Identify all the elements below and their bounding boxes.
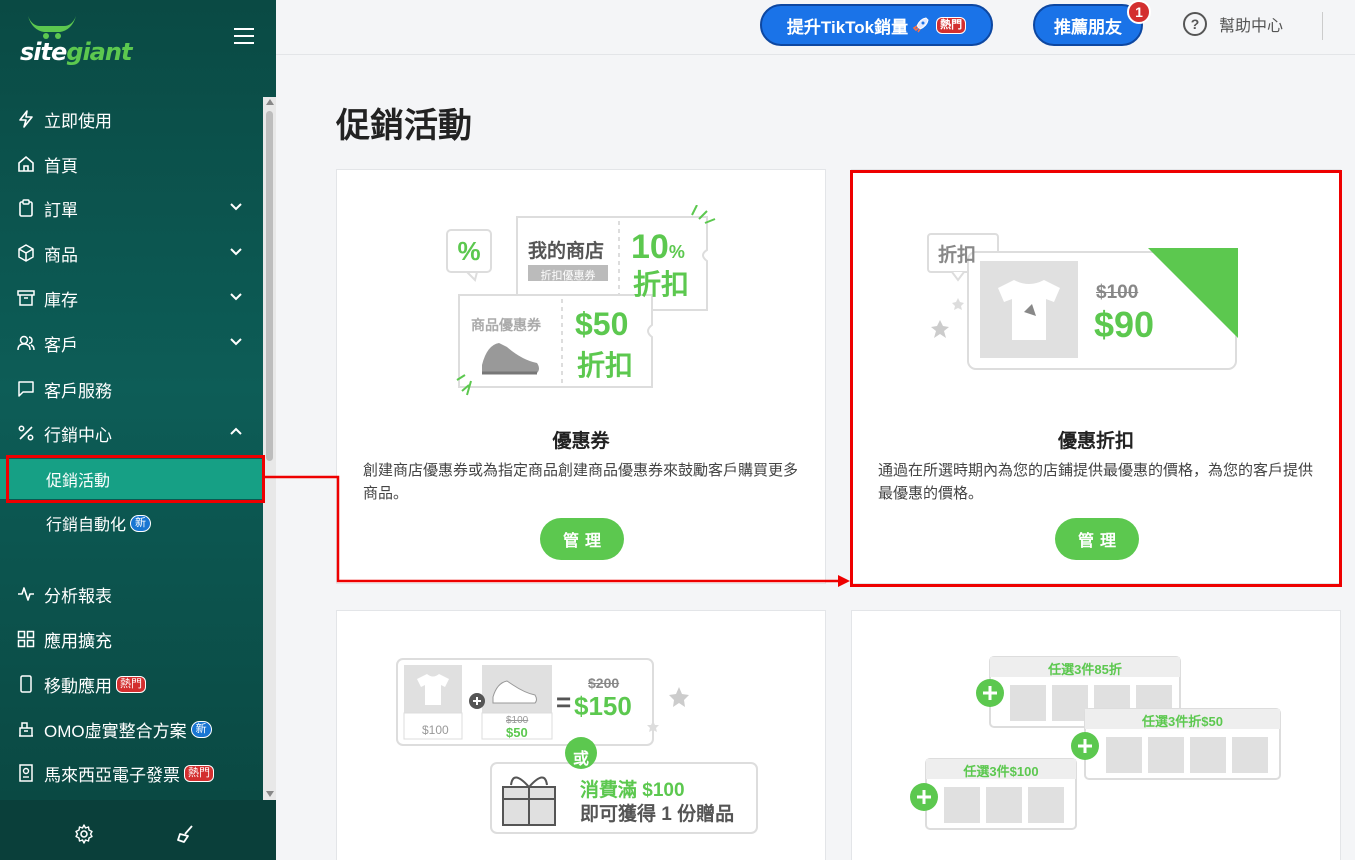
- chevron-down-icon: [230, 293, 242, 301]
- bundle-deal-illustration: [910, 656, 1281, 830]
- sidebar-item-customer-service[interactable]: 客戶服務: [0, 369, 263, 409]
- scroll-thumb[interactable]: [266, 111, 273, 461]
- clipboard-icon: [16, 198, 36, 218]
- scroll-down-icon[interactable]: [266, 791, 274, 797]
- illus-or: 或: [573, 751, 590, 768]
- hot-badge: 熱門: [184, 764, 214, 782]
- menu-toggle-icon[interactable]: [234, 28, 254, 44]
- phone-icon: [16, 674, 36, 694]
- lightning-icon: [16, 109, 36, 129]
- sidebar-item-customers[interactable]: 客戶: [0, 323, 263, 363]
- help-center-link[interactable]: ? 幫助中心: [1183, 12, 1283, 36]
- illus-off: 折扣: [633, 269, 690, 300]
- illus-bundle-2: 任選3件折$50: [1142, 714, 1223, 729]
- illus-equals: =: [556, 687, 572, 717]
- card-title: 優惠券: [552, 431, 610, 452]
- sidebar-item-marketing[interactable]: 行銷中心: [0, 413, 263, 453]
- sidebar-item-analytics[interactable]: 分析報表: [0, 574, 263, 614]
- rocket-icon: [912, 17, 929, 33]
- annotation-arrow-icon: [262, 475, 850, 587]
- sidebar: sitegiant 立即使用 首頁 訂單 商品 庫存 客戶 客戶服務 行銷中心 …: [0, 0, 276, 860]
- box-icon: [16, 243, 36, 263]
- new-badge: 新: [190, 720, 212, 738]
- illus-amount: $50: [575, 306, 629, 342]
- illus-gift-line2: 即可獲得 1 份贈品: [580, 804, 735, 825]
- boost-tiktok-button[interactable]: 提升TikTok銷量 熱門: [760, 4, 993, 46]
- new-badge: 新: [130, 514, 152, 532]
- illus-shop-tag: 折扣優惠券: [540, 270, 596, 282]
- notification-badge: 1: [1127, 0, 1151, 24]
- illus-product-coupon: 商品優惠券: [471, 317, 541, 333]
- users-icon: [16, 333, 36, 353]
- archive-icon: [16, 288, 36, 308]
- percent-glyph: %: [457, 236, 481, 266]
- broom-icon[interactable]: [176, 824, 196, 844]
- illus-pct: 10%: [631, 228, 685, 266]
- hot-badge: 熱門: [936, 16, 967, 34]
- illus-old-total: $200: [588, 675, 620, 691]
- hot-badge: 熱門: [116, 675, 146, 693]
- sidebar-item-marketing-automation[interactable]: 行銷自動化 新: [0, 503, 263, 543]
- topbar-divider: [1322, 12, 1323, 40]
- chat-icon: [16, 379, 36, 399]
- bundle-gift-card: $100 $100 $50 = $200 $150 或 消費滿 $100 即可獲…: [336, 610, 826, 860]
- highlight-discount-card: [850, 170, 1342, 587]
- sidebar-scrollbar[interactable]: [263, 97, 276, 800]
- activity-icon: [16, 584, 36, 604]
- illus-new-total: $150: [574, 691, 632, 721]
- sidebar-item-orders[interactable]: 訂單: [0, 188, 263, 228]
- illus-price-2-new: $50: [506, 725, 528, 740]
- sitegiant-logo[interactable]: sitegiant: [18, 12, 132, 68]
- bundle-deal-card: 任選3件85折 任選3件折$50 任選3件$100: [851, 610, 1341, 860]
- sidebar-item-apps[interactable]: 應用擴充: [0, 619, 263, 659]
- gear-icon[interactable]: [74, 824, 94, 844]
- store-icon: [16, 719, 36, 739]
- chevron-down-icon: [230, 248, 242, 256]
- illus-gift-line1: 消費滿 $100: [580, 780, 685, 801]
- sidebar-item-inventory[interactable]: 庫存: [0, 278, 263, 318]
- illus-off2: 折扣: [577, 350, 634, 381]
- sidebar-footer: [0, 800, 276, 860]
- percent-icon: [16, 423, 36, 443]
- illus-bundle-3: 任選3件$100: [963, 764, 1039, 779]
- sidebar-item-einvoice[interactable]: 馬來西亞電子發票 熱門: [0, 753, 263, 793]
- grid-icon: [16, 629, 36, 649]
- chevron-up-icon: [230, 427, 242, 435]
- sidebar-item-get-started[interactable]: 立即使用: [0, 99, 263, 139]
- sidebar-item-home[interactable]: 首頁: [0, 144, 263, 184]
- question-icon: ?: [1183, 12, 1207, 36]
- chevron-down-icon: [230, 203, 242, 211]
- sidebar-item-omo[interactable]: OMO虛實整合方案 新: [0, 709, 263, 749]
- topbar: 提升TikTok銷量 熱門 推薦朋友 1 ? 幫助中心: [276, 0, 1355, 55]
- illus-price-1: $100: [422, 723, 449, 737]
- home-icon: [16, 154, 36, 174]
- sidebar-item-products[interactable]: 商品: [0, 233, 263, 273]
- sidebar-item-mobile-app[interactable]: 移動應用 熱門: [0, 664, 263, 704]
- scroll-up-icon[interactable]: [266, 99, 274, 105]
- chevron-down-icon: [230, 338, 242, 346]
- sidebar-nav: 立即使用 首頁 訂單 商品 庫存 客戶 客戶服務 行銷中心 促銷活動 行銷自動化…: [0, 97, 263, 800]
- illus-shop-text: 我的商店: [528, 241, 605, 262]
- highlight-promotions-menu: [6, 455, 265, 503]
- illus-bundle-1: 任選3件85折: [1048, 662, 1122, 677]
- page-title: 促銷活動: [336, 107, 472, 145]
- invoice-icon: [16, 763, 36, 783]
